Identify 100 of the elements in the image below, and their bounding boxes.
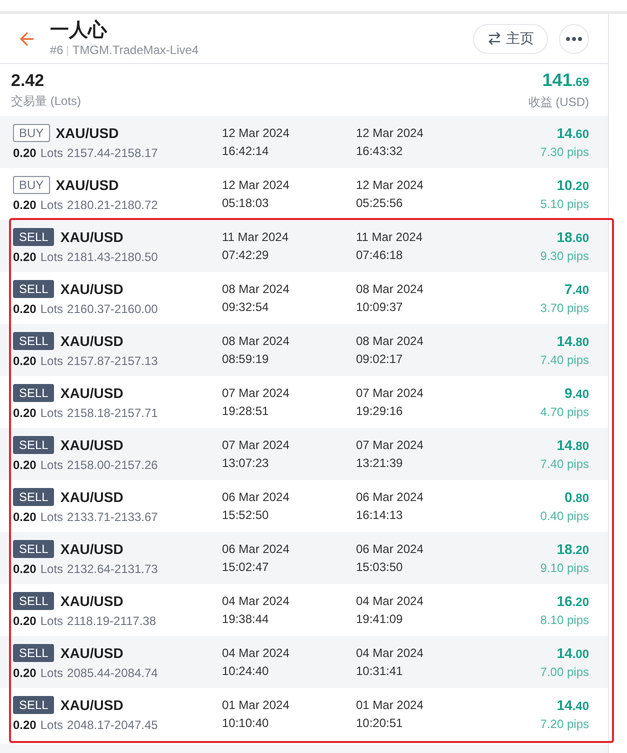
open-time: 15:02:47	[222, 559, 270, 576]
swap-arrows-icon	[487, 31, 502, 46]
trade-profit: 0.80	[564, 490, 589, 506]
side-badge: SELL	[13, 228, 54, 246]
close-date: 04 Mar 2024	[356, 645, 424, 662]
lots-label: Lots	[40, 612, 64, 628]
price-range: 2181.43-2180.50	[67, 248, 158, 264]
pips: 7.20 pips	[540, 716, 589, 730]
pips: 7.30 pips	[540, 144, 589, 158]
side-badge: SELL	[13, 332, 54, 350]
close-time: 15:03:50	[356, 559, 404, 576]
lot-size: 0.20	[13, 716, 36, 732]
open-time: 16:42:14	[222, 143, 270, 160]
pips: 7.40 pips	[540, 352, 589, 366]
price-range: 2158.00-2157.26	[67, 456, 158, 472]
symbol: XAU/USD	[60, 228, 124, 246]
trade-profit: 7.40	[564, 282, 589, 298]
rank: #6	[50, 43, 64, 58]
symbol: XAU/USD	[60, 696, 124, 714]
lots-label: Lots	[40, 664, 64, 680]
volume-value: 2.42	[11, 71, 46, 91]
close-date: 07 Mar 2024	[356, 437, 424, 454]
open-time: 07:42:29	[222, 247, 270, 264]
close-date: 08 Mar 2024	[356, 281, 424, 298]
lots-label: Lots	[40, 716, 64, 732]
close-date: 12 Mar 2024	[356, 125, 424, 142]
close-time: 10:31:41	[356, 663, 404, 680]
price-range: 2160.37-2160.00	[67, 300, 158, 316]
price-range: 2157.87-2157.13	[67, 352, 158, 368]
lot-size: 0.20	[13, 456, 36, 472]
trade-profit: 18.20	[556, 542, 589, 558]
open-date: 12 Mar 2024	[222, 177, 290, 194]
close-date: 12 Mar 2024	[356, 177, 424, 194]
pips: 7.00 pips	[540, 664, 589, 678]
price-range: 2157.44-2158.17	[67, 144, 158, 160]
lot-size: 0.20	[13, 248, 36, 264]
side-badge: BUY	[13, 124, 50, 142]
side-badge: SELL	[13, 436, 54, 454]
close-time: 13:21:39	[356, 455, 404, 472]
open-time: 08:59:19	[222, 351, 270, 368]
trade-profit: 18.60	[556, 230, 589, 246]
pips: 9.30 pips	[540, 248, 589, 262]
close-time: 19:41:09	[356, 611, 404, 628]
open-date: 06 Mar 2024	[222, 489, 290, 506]
more-button[interactable]	[559, 24, 589, 54]
pips: 4.70 pips	[540, 404, 589, 418]
symbol: XAU/USD	[60, 644, 124, 662]
lot-size: 0.20	[13, 664, 36, 680]
symbol: XAU/USD	[60, 488, 124, 506]
side-badge: SELL	[13, 592, 54, 610]
open-date: 06 Mar 2024	[222, 541, 290, 558]
symbol: XAU/USD	[60, 280, 124, 298]
symbol: XAU/USD	[56, 124, 119, 142]
close-time: 10:20:51	[356, 715, 404, 732]
price-range: 2158.18-2157.71	[67, 404, 158, 420]
symbol: XAU/USD	[56, 176, 119, 194]
side-badge: BUY	[13, 176, 50, 194]
side-badge: SELL	[13, 488, 54, 506]
pips: 8.10 pips	[540, 612, 589, 626]
trade-profit: 9.40	[564, 386, 589, 402]
home-button[interactable]: 主页	[473, 24, 548, 54]
close-time: 07:46:18	[356, 247, 404, 264]
price-range: 2133.71-2133.67	[67, 508, 158, 524]
close-time: 10:09:37	[356, 299, 404, 316]
total-profit: 141.69	[542, 70, 589, 90]
lot-size: 0.20	[13, 508, 36, 524]
lots-label: Lots	[40, 144, 64, 160]
open-time: 15:52:50	[222, 507, 270, 524]
open-date: 12 Mar 2024	[222, 125, 290, 142]
trade-profit: 14.80	[556, 334, 589, 350]
symbol: XAU/USD	[60, 540, 124, 558]
open-time: 10:10:40	[222, 715, 270, 732]
trade-profit: 16.20	[556, 594, 589, 610]
lot-size: 0.20	[13, 144, 36, 160]
lots-label: Lots	[40, 404, 64, 420]
trade-profit: 14.40	[556, 698, 589, 714]
symbol: XAU/USD	[60, 332, 124, 350]
lots-label: Lots	[40, 248, 64, 264]
trade-row[interactable]: BUY XAU/USD 0.20 Lots 2157.44-2158.17 12 Mar 2024 16:42:14 12 Mar 2024 16:43:32 14.60 7.30 pips	[0, 116, 608, 168]
close-date: 08 Mar 2024	[356, 333, 424, 350]
lot-size: 0.20	[13, 560, 36, 576]
pips: 9.10 pips	[540, 560, 589, 574]
lot-size: 0.20	[13, 300, 36, 316]
close-date: 06 Mar 2024	[356, 489, 424, 506]
trade-profit: 10.20	[556, 178, 589, 194]
lots-label: Lots	[40, 456, 64, 472]
open-date: 07 Mar 2024	[222, 385, 290, 402]
close-time: 16:14:13	[356, 507, 404, 524]
trade-profit: 14.60	[556, 126, 589, 142]
lots-label: Lots	[40, 352, 64, 368]
open-date: 08 Mar 2024	[222, 281, 290, 298]
close-date: 01 Mar 2024	[356, 697, 424, 714]
lots-label: Lots	[40, 196, 64, 212]
side-badge: SELL	[13, 384, 54, 402]
open-date: 07 Mar 2024	[222, 437, 290, 454]
symbol: XAU/USD	[60, 384, 124, 402]
lots-label: Lots	[40, 300, 64, 316]
open-date: 04 Mar 2024	[222, 593, 290, 610]
open-date: 11 Mar 2024	[222, 229, 290, 246]
lot-size: 0.20	[13, 352, 36, 368]
